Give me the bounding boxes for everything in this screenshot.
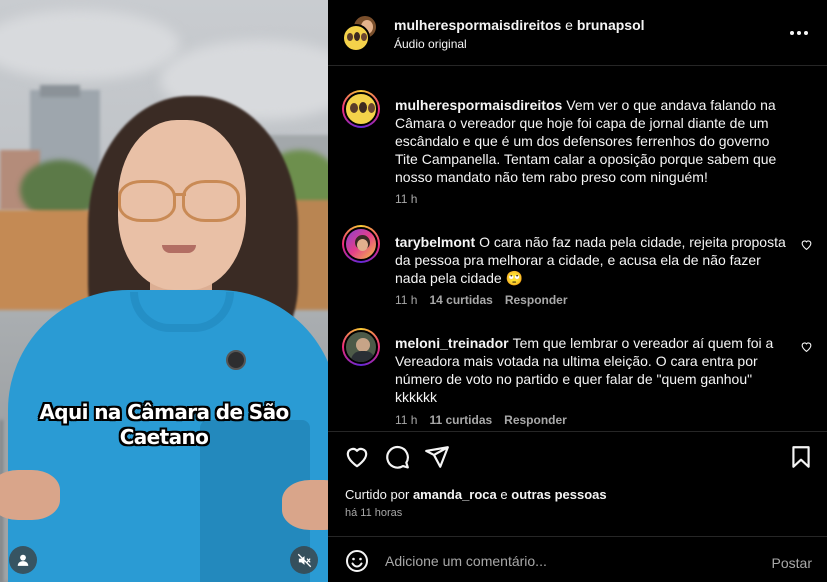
liked-by-conj: e xyxy=(500,487,508,502)
comment-meta: 11 h xyxy=(395,192,417,206)
avatar xyxy=(344,92,378,126)
comment-username[interactable]: meloni_treinador xyxy=(395,335,509,351)
comment-text: meloni_treinador Tem que lembrar o veread… xyxy=(395,334,795,406)
collab-avatars[interactable] xyxy=(342,14,382,54)
post-comment-button[interactable]: Postar xyxy=(772,555,812,571)
reel-video[interactable]: Aqui na Câmara de São Caetano xyxy=(0,0,328,582)
comment-likes[interactable]: 11 curtidas xyxy=(429,413,492,427)
glasses-lens xyxy=(118,180,176,222)
username-link[interactable]: mulherespormaisdireitos xyxy=(394,17,561,33)
person-mouth xyxy=(162,245,196,253)
cloud xyxy=(0,10,180,80)
save-bookmark-icon[interactable] xyxy=(788,444,814,470)
comment-time[interactable]: 11 h xyxy=(395,413,417,427)
comment-icon[interactable] xyxy=(384,444,410,470)
more-horizontal-icon xyxy=(797,31,801,35)
comment-meta: 11 h 11 curtidas Responder xyxy=(395,413,567,427)
heart-icon[interactable] xyxy=(800,238,813,251)
avatar[interactable] xyxy=(342,24,370,52)
header-usernames: mulherespormaisdireitos e brunapsol xyxy=(394,17,645,33)
person-hand xyxy=(0,470,60,520)
comment-meta: 11 h 14 curtidas Responder xyxy=(395,293,568,307)
comment-username[interactable]: mulherespormaisdireitos xyxy=(395,97,562,113)
reply-button[interactable]: Responder xyxy=(505,293,568,307)
avatar xyxy=(344,227,378,261)
liked-by-others[interactable]: outras pessoas xyxy=(511,487,606,502)
more-horizontal-icon xyxy=(804,31,808,35)
username-link[interactable]: brunapsol xyxy=(577,17,645,33)
caption-text: mulherespormaisdireitos Vem ver o que and… xyxy=(395,96,795,186)
avatar xyxy=(344,330,378,364)
building xyxy=(40,85,80,97)
more-options-button[interactable] xyxy=(787,24,811,42)
post-header: mulherespormaisdireitos e brunapsol Áudi… xyxy=(328,0,827,66)
divider xyxy=(328,431,827,432)
liked-by-prefix: Curtido por xyxy=(345,487,410,502)
original-audio-link[interactable]: Áudio original xyxy=(394,37,467,51)
username-separator: e xyxy=(565,17,573,33)
liked-by: Curtido por amanda_roca e outras pessoas xyxy=(345,487,607,502)
user-icon xyxy=(17,554,29,566)
comment-text: tarybelmont O cara não faz nada pela cida… xyxy=(395,233,790,287)
comment-username[interactable]: tarybelmont xyxy=(395,234,475,250)
caption-line: Aqui na Câmara de São xyxy=(39,400,289,424)
tagged-users-button[interactable] xyxy=(9,546,37,574)
share-send-icon[interactable] xyxy=(424,444,450,470)
reply-button[interactable]: Responder xyxy=(504,413,567,427)
comment-likes[interactable]: 14 curtidas xyxy=(429,293,492,307)
story-ring-avatar[interactable] xyxy=(342,225,380,263)
more-horizontal-icon xyxy=(790,31,794,35)
post-timestamp[interactable]: há 11 horas xyxy=(345,507,402,519)
comment-time[interactable]: 11 h xyxy=(395,293,417,307)
person-hand xyxy=(282,480,328,530)
liked-by-user[interactable]: amanda_roca xyxy=(413,487,497,502)
shirt-pin xyxy=(226,350,246,370)
video-caption: Aqui na Câmara de São Caetano xyxy=(0,400,328,450)
mute-button[interactable] xyxy=(290,546,318,574)
emoji-icon[interactable] xyxy=(345,549,369,573)
glasses-lens xyxy=(182,180,240,222)
like-heart-icon[interactable] xyxy=(344,444,370,470)
add-comment-bar: Postar xyxy=(328,536,827,582)
post-details-panel: mulherespormaisdireitos e brunapsol Áudi… xyxy=(328,0,827,582)
add-comment-input[interactable] xyxy=(385,549,745,573)
glasses-bridge xyxy=(174,193,186,196)
caption-line: Caetano xyxy=(119,425,209,449)
story-ring-avatar[interactable] xyxy=(342,90,380,128)
heart-icon[interactable] xyxy=(800,340,813,353)
comment-time[interactable]: 11 h xyxy=(395,192,417,206)
muted-icon xyxy=(297,553,311,567)
story-ring-avatar[interactable] xyxy=(342,328,380,366)
post-actions xyxy=(328,440,827,472)
